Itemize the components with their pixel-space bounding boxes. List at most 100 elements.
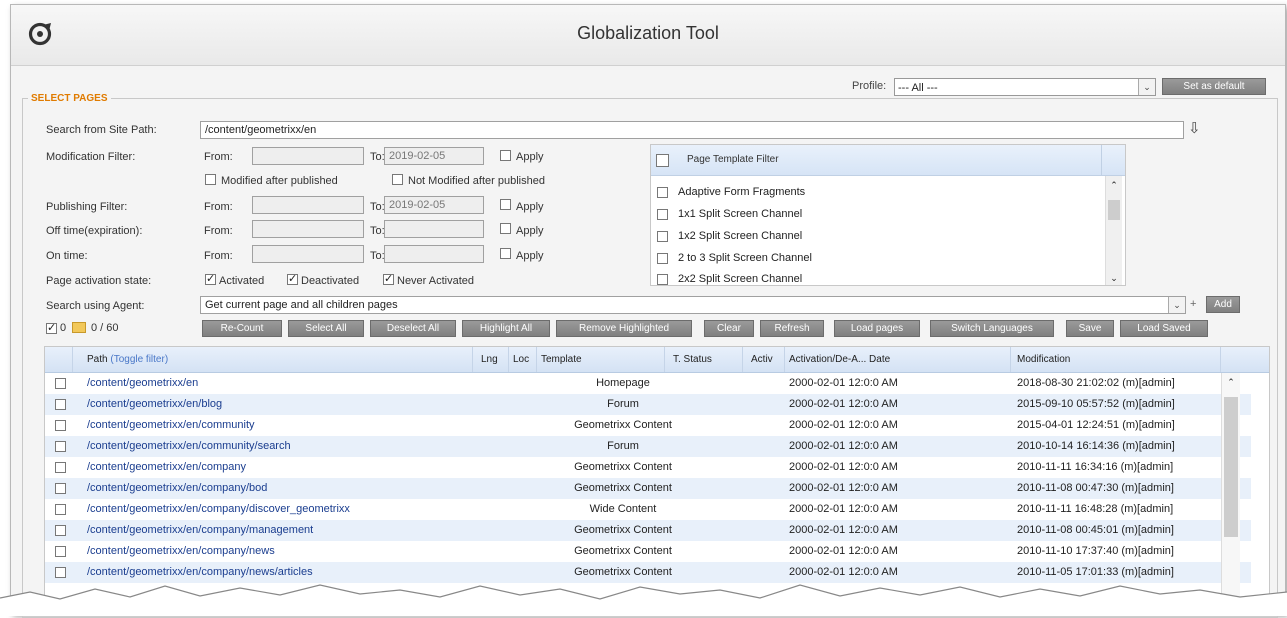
table-row[interactable]: /content/geometrixx/en/company/discover_… <box>45 499 1251 520</box>
row-checkbox[interactable] <box>55 504 66 515</box>
profile-select[interactable]: --- All --- ⌄ <box>894 78 1156 96</box>
row-template: Forum <box>607 398 639 410</box>
table-row[interactable]: /content/geometrixx/en/company/news Geome… <box>45 541 1251 562</box>
chevron-down-icon[interactable]: ⌄ <box>1138 79 1155 95</box>
refresh-button[interactable]: Refresh <box>760 320 824 337</box>
plus-icon[interactable]: + <box>1190 298 1196 310</box>
row-path[interactable]: /content/geometrixx/en/company/discover_… <box>87 499 350 520</box>
search-agent-label: Search using Agent: <box>46 300 145 312</box>
on-time-from-input[interactable] <box>252 245 364 263</box>
off-time-apply-checkbox[interactable] <box>500 223 511 234</box>
torn-edge-decoration <box>0 584 1287 616</box>
template-filter-item[interactable]: 2 to 3 Split Screen Channel <box>657 248 812 268</box>
never-activated-checkbox[interactable] <box>383 272 394 285</box>
row-path[interactable]: /content/geometrixx/en/community <box>87 415 255 436</box>
off-time-from-input[interactable] <box>252 220 364 238</box>
row-path[interactable]: /content/geometrixx/en <box>87 373 198 394</box>
row-path[interactable]: /content/geometrixx/en/company/news <box>87 541 275 562</box>
toggle-filter-link[interactable]: (Toggle filter) <box>110 354 168 365</box>
modified-after-published-checkbox[interactable] <box>205 174 216 185</box>
clear-button[interactable]: Clear <box>704 320 754 337</box>
highlight-all-button[interactable]: Highlight All <box>462 320 550 337</box>
row-path[interactable]: /content/geometrixx/en/blog <box>87 394 222 415</box>
row-checkbox[interactable] <box>55 525 66 536</box>
download-icon[interactable]: ⇩ <box>1188 119 1201 137</box>
template-item-checkbox[interactable] <box>657 273 668 285</box>
row-checkbox[interactable] <box>55 483 66 494</box>
search-agent-select[interactable]: Get current page and all children pages … <box>200 296 1186 314</box>
row-checkbox[interactable] <box>55 420 66 431</box>
set-as-default-button[interactable]: Set as default <box>1162 78 1266 95</box>
row-checkbox[interactable] <box>55 462 66 473</box>
table-row[interactable]: /content/geometrixx/en/company Geometrixx… <box>45 457 1251 478</box>
on-time-to-input[interactable] <box>384 245 484 263</box>
modification-apply-checkbox[interactable] <box>500 150 511 161</box>
activ-column-header[interactable]: Activ <box>743 347 785 372</box>
row-checkbox[interactable] <box>55 441 66 452</box>
template-filter-item[interactable]: 1x2 Split Screen Channel <box>657 226 802 246</box>
row-path[interactable]: /content/geometrixx/en/company/managemen… <box>87 520 313 541</box>
template-item-checkbox[interactable] <box>657 208 668 220</box>
load-pages-button[interactable]: Load pages <box>834 320 920 337</box>
template-column-header[interactable]: Template <box>537 347 665 372</box>
search-path-input[interactable]: /content/geometrixx/en <box>200 121 1184 139</box>
table-row[interactable]: /content/geometrixx/en Homepage 2000-02-01… <box>45 373 1251 394</box>
re-count-button[interactable]: Re-Count <box>202 320 282 337</box>
template-filter-scrollbar[interactable]: ⌃ ⌄ <box>1105 176 1122 285</box>
save-button[interactable]: Save <box>1066 320 1114 337</box>
not-modified-after-published-checkbox[interactable] <box>392 174 403 185</box>
select-all-button[interactable]: Select All <box>288 320 364 337</box>
table-row[interactable]: /content/geometrixx/en/community Geometri… <box>45 415 1251 436</box>
table-row[interactable]: /content/geometrixx/en/community/search F… <box>45 436 1251 457</box>
publishing-apply-checkbox[interactable] <box>500 199 511 210</box>
scroll-down-icon[interactable]: ⌄ <box>1106 273 1122 284</box>
scroll-up-icon[interactable]: ⌃ <box>1222 377 1240 388</box>
template-item-checkbox[interactable] <box>657 186 668 198</box>
template-filter-item[interactable]: 2x2 Split Screen Channel <box>657 269 803 285</box>
deselect-all-button[interactable]: Deselect All <box>370 320 456 337</box>
template-filter-item[interactable]: Adaptive Form Fragments <box>657 182 805 202</box>
template-item-label: 2x2 Split Screen Channel <box>678 273 803 285</box>
table-row[interactable]: /content/geometrixx/en/blog Forum 2000-02-… <box>45 394 1251 415</box>
deactivated-checkbox[interactable] <box>287 272 298 285</box>
template-item-checkbox[interactable] <box>657 252 668 264</box>
scrollbar-thumb[interactable] <box>1108 200 1120 220</box>
modification-column-header[interactable]: Modification <box>1011 347 1221 372</box>
row-checkbox[interactable] <box>55 399 66 410</box>
row-path[interactable]: /content/geometrixx/en/company <box>87 457 246 478</box>
table-row[interactable]: /content/geometrixx/en/company/bod Geomet… <box>45 478 1251 499</box>
scrollbar-thumb[interactable] <box>1224 397 1238 537</box>
template-item-checkbox[interactable] <box>657 230 668 242</box>
row-checkbox[interactable] <box>55 546 66 557</box>
row-path[interactable]: /content/geometrixx/en/community/search <box>87 436 291 457</box>
loc-column-header[interactable]: Loc <box>509 347 537 372</box>
row-activation-date: 2000-02-01 12:0:0 AM <box>789 419 898 431</box>
lng-column-header[interactable]: Lng <box>473 347 509 372</box>
scroll-up-icon[interactable]: ⌃ <box>1106 180 1122 191</box>
select-checked-checkbox[interactable] <box>46 321 57 334</box>
table-row[interactable]: /content/geometrixx/en/company/managemen… <box>45 520 1251 541</box>
path-column-header[interactable]: Path (Toggle filter) <box>73 347 473 372</box>
activation-date-column-header[interactable]: Activation/De-A... Date <box>785 347 1011 372</box>
publishing-to-input[interactable]: 2019-02-05 <box>384 196 484 214</box>
page-template-select-all-checkbox[interactable] <box>656 154 669 167</box>
t-status-column-header[interactable]: T. Status <box>665 347 743 372</box>
row-path[interactable]: /content/geometrixx/en/company/bod <box>87 478 267 499</box>
off-time-to-input[interactable] <box>384 220 484 238</box>
remove-highlighted-button[interactable]: Remove Highlighted <box>556 320 692 337</box>
activated-checkbox[interactable] <box>205 272 216 285</box>
template-filter-item[interactable]: 1x1 Split Screen Channel <box>657 204 802 224</box>
switch-languages-button[interactable]: Switch Languages <box>930 320 1054 337</box>
never-activated-label: Never Activated <box>397 275 475 287</box>
modification-filter-label: Modification Filter: <box>46 151 136 163</box>
modification-apply-label: Apply <box>516 151 544 163</box>
modification-to-input[interactable]: 2019-02-05 <box>384 147 484 165</box>
on-time-apply-checkbox[interactable] <box>500 248 511 259</box>
modification-from-input[interactable] <box>252 147 364 165</box>
load-saved-button[interactable]: Load Saved <box>1120 320 1208 337</box>
add-agent-button[interactable]: Add <box>1206 296 1240 313</box>
publishing-filter-label: Publishing Filter: <box>46 201 128 213</box>
row-checkbox[interactable] <box>55 378 66 389</box>
publishing-from-input[interactable] <box>252 196 364 214</box>
chevron-down-icon[interactable]: ⌄ <box>1168 297 1185 313</box>
